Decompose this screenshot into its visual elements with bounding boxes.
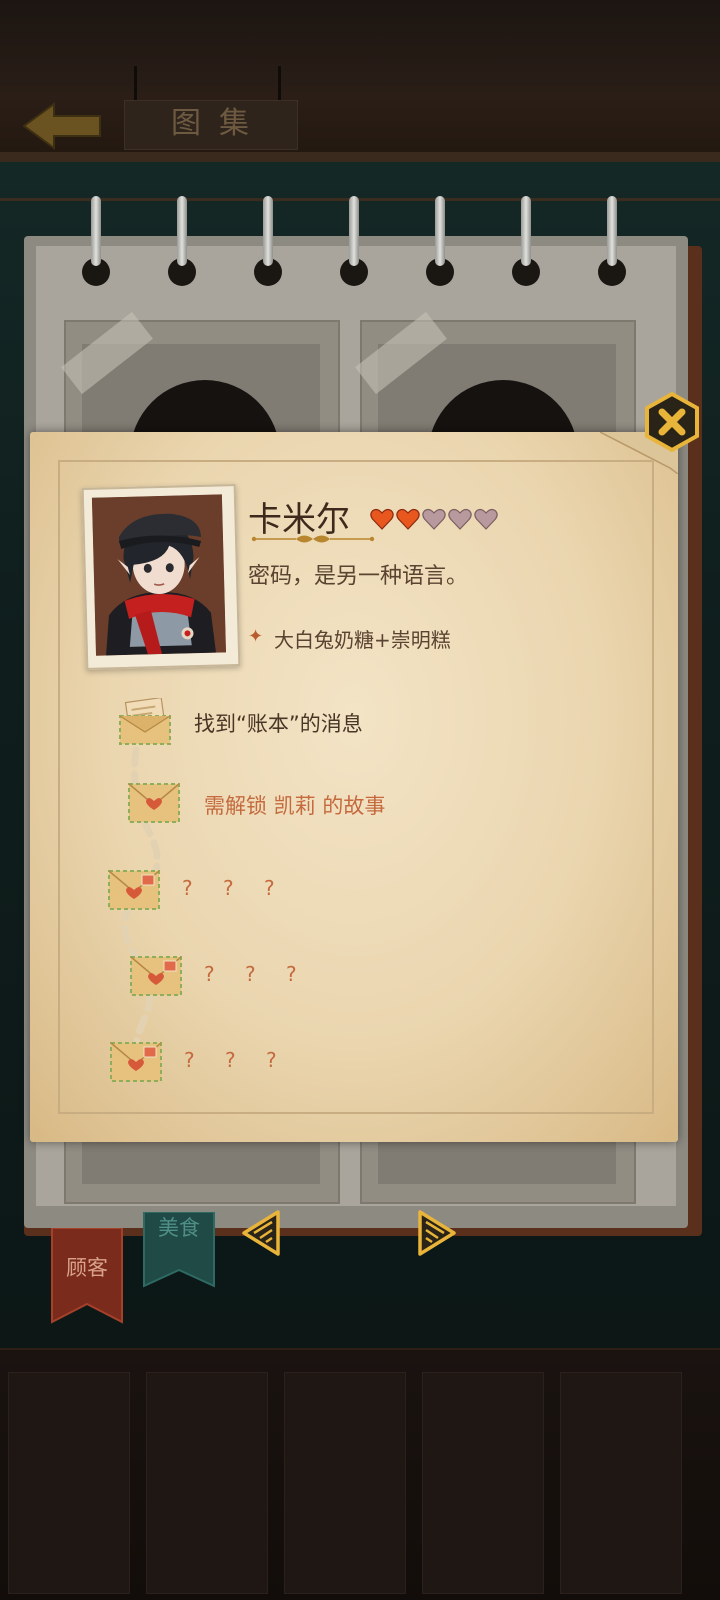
triangle-left-icon bbox=[242, 1210, 280, 1256]
story-item-5[interactable] bbox=[110, 1042, 162, 1082]
tab-label: 顾客 bbox=[66, 1256, 108, 1280]
shelf-panel bbox=[560, 1372, 682, 1594]
heart-empty-icon bbox=[448, 508, 472, 530]
heart-empty-icon bbox=[474, 508, 498, 530]
top-rail bbox=[0, 152, 720, 162]
character-avatar bbox=[91, 494, 226, 656]
spiral-ring bbox=[435, 196, 445, 266]
character-quote: 密码，是另一种语言。 bbox=[248, 564, 469, 589]
shelf-panel bbox=[8, 1372, 130, 1594]
flourish-divider bbox=[251, 535, 375, 543]
next-page-button[interactable] bbox=[414, 1208, 458, 1258]
spiral-ring bbox=[263, 196, 273, 266]
tab-label: 美食 bbox=[158, 1216, 200, 1240]
left-arrow-icon bbox=[22, 102, 101, 150]
shelf-panel bbox=[284, 1372, 406, 1594]
story-item-2[interactable] bbox=[128, 783, 180, 823]
tab-customers[interactable]: 顾客 bbox=[50, 1228, 124, 1324]
page-title: 图集 bbox=[171, 106, 267, 141]
close-button[interactable] bbox=[644, 391, 700, 453]
story-item-3[interactable] bbox=[108, 870, 160, 910]
spiral-ring bbox=[521, 196, 531, 266]
heart-filled-icon bbox=[370, 508, 394, 530]
character-portrait-frame bbox=[81, 484, 241, 670]
heart-empty-icon bbox=[422, 508, 446, 530]
envelope-icon bbox=[110, 1042, 162, 1082]
top-wood-background bbox=[0, 0, 720, 160]
heart-filled-icon bbox=[396, 508, 420, 530]
favorite-food: 大白兔奶糖+崇明糕 bbox=[274, 628, 451, 652]
character-portrait bbox=[91, 494, 226, 656]
shelf-panel bbox=[146, 1372, 268, 1594]
story-item-4[interactable] bbox=[130, 956, 182, 996]
envelope-icon bbox=[108, 870, 160, 910]
back-button[interactable] bbox=[20, 100, 108, 152]
previous-page-button[interactable] bbox=[240, 1208, 284, 1258]
story-title[interactable]: 找到“账本”的消息 bbox=[194, 708, 363, 738]
story-item-1[interactable] bbox=[118, 696, 172, 746]
story-locked: ? ? ? bbox=[182, 876, 287, 900]
envelope-icon bbox=[130, 956, 182, 996]
spiral-ring bbox=[349, 196, 359, 266]
triangle-right-icon bbox=[418, 1210, 456, 1256]
spiral-ring bbox=[91, 196, 101, 266]
spiral-ring bbox=[177, 196, 187, 266]
envelope-icon bbox=[128, 783, 180, 823]
envelope-open-icon bbox=[119, 696, 171, 745]
close-x-icon bbox=[645, 391, 699, 453]
story-locked: ? ? ? bbox=[184, 1048, 289, 1072]
shelf-panel bbox=[422, 1372, 544, 1594]
diamond-star-icon: ✦ bbox=[248, 626, 264, 647]
spiral-ring bbox=[607, 196, 617, 266]
affinity-hearts bbox=[370, 508, 500, 534]
story-locked: ? ? ? bbox=[204, 962, 309, 986]
story-requirement: 需解锁 凯莉 的故事 bbox=[204, 794, 386, 818]
tab-food[interactable]: 美食 bbox=[142, 1212, 216, 1308]
